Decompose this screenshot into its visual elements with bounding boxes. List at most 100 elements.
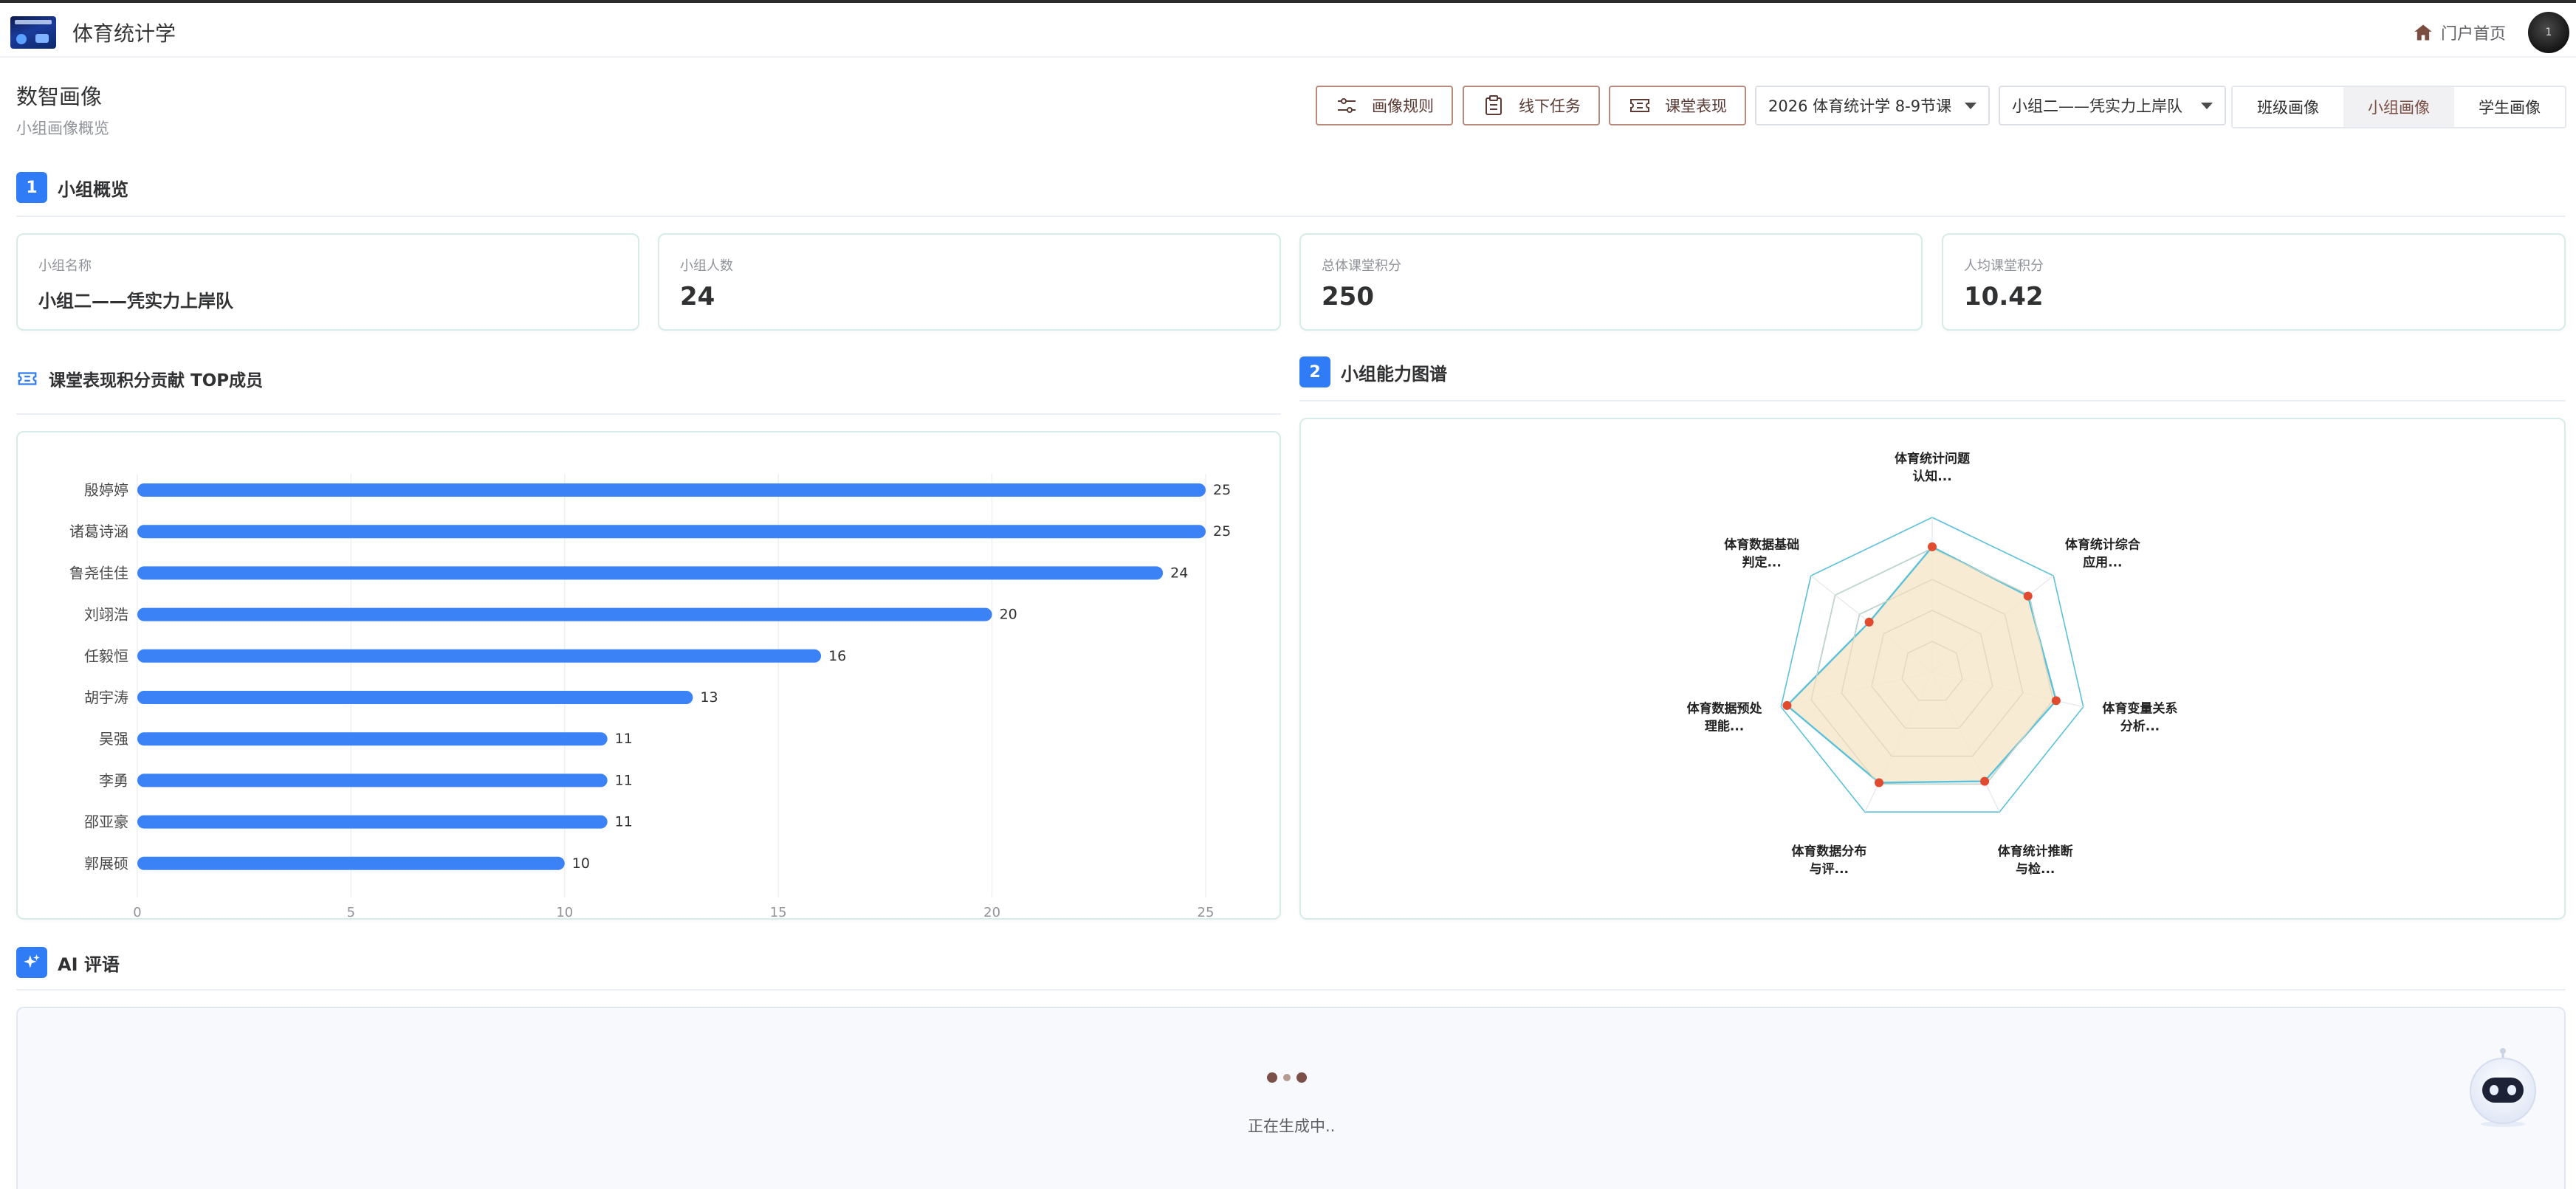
top-members-bar-chart: 0 5 10 15 20 25 殷婷婷 25 诸葛诗涵 25 鲁尧佳佳 24 刘翊浩 20 任毅恒 16 胡宇涛… xyxy=(69,474,1231,920)
card-label: 总体课堂积分 xyxy=(1322,258,1401,274)
bar-value-label: 10 xyxy=(572,855,590,872)
bar-value-label: 16 xyxy=(828,648,846,664)
x-tick-label: 15 xyxy=(770,905,787,918)
tab-student-portrait[interactable]: 学生画像 xyxy=(2454,87,2565,127)
chevron-down-icon xyxy=(1965,102,1976,109)
radar-axis-label: 体育变量关系分析... xyxy=(2102,700,2177,734)
top-bar: 体育统计学 门户首页 1 xyxy=(0,0,2576,58)
page-subtitle: 小组画像概览 xyxy=(16,120,109,137)
loading-dots xyxy=(1267,1072,1307,1083)
radar-point[interactable] xyxy=(2051,696,2061,706)
bar-category-label: 鲁尧佳佳 xyxy=(69,564,128,582)
section-ability-header: 2 小组能力图谱 xyxy=(1299,356,1447,387)
top-members-chart-card: 0 5 10 15 20 25 殷婷婷 25 诸葛诗涵 25 鲁尧佳佳 24 刘翊浩 20 任毅恒 16 胡宇涛… xyxy=(16,431,1281,920)
bar-category-label: 刘翊浩 xyxy=(84,606,128,624)
offline-task-button[interactable]: 线下任务 xyxy=(1463,86,1600,125)
radar-point[interactable] xyxy=(1782,700,1792,710)
sparkle-icon xyxy=(16,947,47,978)
radar-point[interactable] xyxy=(1875,778,1884,788)
ability-radar-card: 体育统计问题认知... 体育统计综合应用... 体育变量关系分析... 体育统计推断与… xyxy=(1299,418,2566,920)
section-number-badge: 1 xyxy=(16,172,47,203)
card-value: 24 xyxy=(680,282,715,311)
bar-value-label: 25 xyxy=(1213,482,1231,498)
bar-category-label: 李勇 xyxy=(99,771,128,789)
bar-category-label: 诸葛诗涵 xyxy=(69,523,128,540)
radar-axis-label: 体育数据分布与评... xyxy=(1791,844,1866,877)
bar[interactable] xyxy=(137,856,565,870)
chevron-down-icon xyxy=(2201,102,2213,109)
bar-category-label: 郭展硕 xyxy=(84,855,128,872)
bar[interactable] xyxy=(137,773,608,788)
card-value: 小组二——凭实力上岸队 xyxy=(38,291,233,311)
divider xyxy=(16,989,2566,990)
portal-home-link[interactable]: 门户首页 xyxy=(2413,21,2506,44)
radar-axis-label: 体育数据预处理能... xyxy=(1687,700,1763,734)
bar[interactable] xyxy=(137,732,608,746)
bar[interactable] xyxy=(137,815,608,829)
ticket-icon xyxy=(18,372,37,385)
group-size-card: 小组人数 24 xyxy=(658,233,1281,331)
x-tick-label: 0 xyxy=(133,905,141,918)
bar-value-label: 25 xyxy=(1213,523,1231,540)
bar[interactable] xyxy=(137,607,992,621)
user-avatar[interactable]: 1 xyxy=(2528,12,2569,53)
sliders-icon xyxy=(1338,98,1356,113)
radar-axis-label: 体育统计综合应用... xyxy=(2065,537,2141,571)
divider xyxy=(1299,400,2566,401)
bar-value-label: 20 xyxy=(1000,607,1017,623)
bar[interactable] xyxy=(137,483,1206,497)
radar-axis-label: 体育数据基础判定... xyxy=(1724,537,1799,571)
divider xyxy=(16,413,1281,415)
bar-value-label: 11 xyxy=(615,814,633,830)
bar-value-label: 11 xyxy=(615,731,633,747)
x-tick-label: 25 xyxy=(1198,905,1215,918)
radar-point[interactable] xyxy=(1928,542,1937,551)
tab-group-portrait[interactable]: 小组画像 xyxy=(2343,87,2454,127)
top-members-header: 课堂表现积分贡献 TOP成员 xyxy=(16,366,263,391)
radar-point[interactable] xyxy=(1864,617,1874,627)
tab-class-portrait[interactable]: 班级画像 xyxy=(2233,87,2343,127)
class-performance-button[interactable]: 课堂表现 xyxy=(1609,86,1746,125)
ticket-icon xyxy=(1630,99,1649,112)
ai-comment-card xyxy=(16,1007,2566,1189)
card-label: 人均课堂积分 xyxy=(1964,258,2044,274)
clipboard-icon xyxy=(1486,95,1502,115)
page-title: 数智画像 xyxy=(16,84,103,109)
radar-point[interactable] xyxy=(1980,776,1990,786)
app-logo[interactable] xyxy=(10,16,56,49)
bar-category-label: 胡宇涛 xyxy=(84,689,128,706)
section-title: 小组能力图谱 xyxy=(1341,363,1447,385)
course-select-value: 2026 体育统计学 8-9节课 xyxy=(1768,97,1952,115)
radar-point[interactable] xyxy=(2023,591,2033,601)
avg-points-card: 人均课堂积分 10.42 xyxy=(1942,233,2566,331)
bar[interactable] xyxy=(137,649,822,663)
bar-category-label: 任毅恒 xyxy=(84,647,128,665)
total-points-card: 总体课堂积分 250 xyxy=(1299,233,1923,331)
divider xyxy=(16,216,2566,217)
bar[interactable] xyxy=(137,525,1206,539)
app-title: 体育统计学 xyxy=(72,21,176,46)
card-label: 小组名称 xyxy=(38,258,92,274)
group-select[interactable]: 小组二——凭实力上岸队 xyxy=(1999,86,2226,125)
bar-category-label: 吴强 xyxy=(99,730,128,748)
portrait-rules-button[interactable]: 画像规则 xyxy=(1316,86,1453,125)
group-name-card: 小组名称 小组二——凭实力上岸队 xyxy=(16,233,639,331)
section-overview-header: 1 小组概览 xyxy=(16,172,128,203)
radar-axis-label: 体育统计推断与检... xyxy=(1998,844,2073,877)
bar-category-label: 邵亚豪 xyxy=(84,813,128,831)
robot-assistant-icon[interactable] xyxy=(2466,1047,2540,1128)
card-value: 10.42 xyxy=(1964,282,2044,311)
card-value: 250 xyxy=(1322,282,1374,311)
course-select[interactable]: 2026 体育统计学 8-9节课 xyxy=(1755,86,1990,125)
home-icon xyxy=(2414,24,2432,41)
card-label: 小组人数 xyxy=(680,258,733,274)
ability-radar-chart: 体育统计问题认知... 体育统计综合应用... 体育变量关系分析... 体育统计推断与… xyxy=(1687,451,2178,877)
bar[interactable] xyxy=(137,566,1164,580)
section-number-badge: 2 xyxy=(1299,356,1330,387)
bar-value-label: 13 xyxy=(700,689,718,706)
x-tick-label: 20 xyxy=(983,905,1000,918)
section-title: 小组概览 xyxy=(58,179,128,200)
bar-value-label: 24 xyxy=(1170,565,1188,581)
x-tick-label: 5 xyxy=(347,905,355,918)
bar[interactable] xyxy=(137,691,693,704)
